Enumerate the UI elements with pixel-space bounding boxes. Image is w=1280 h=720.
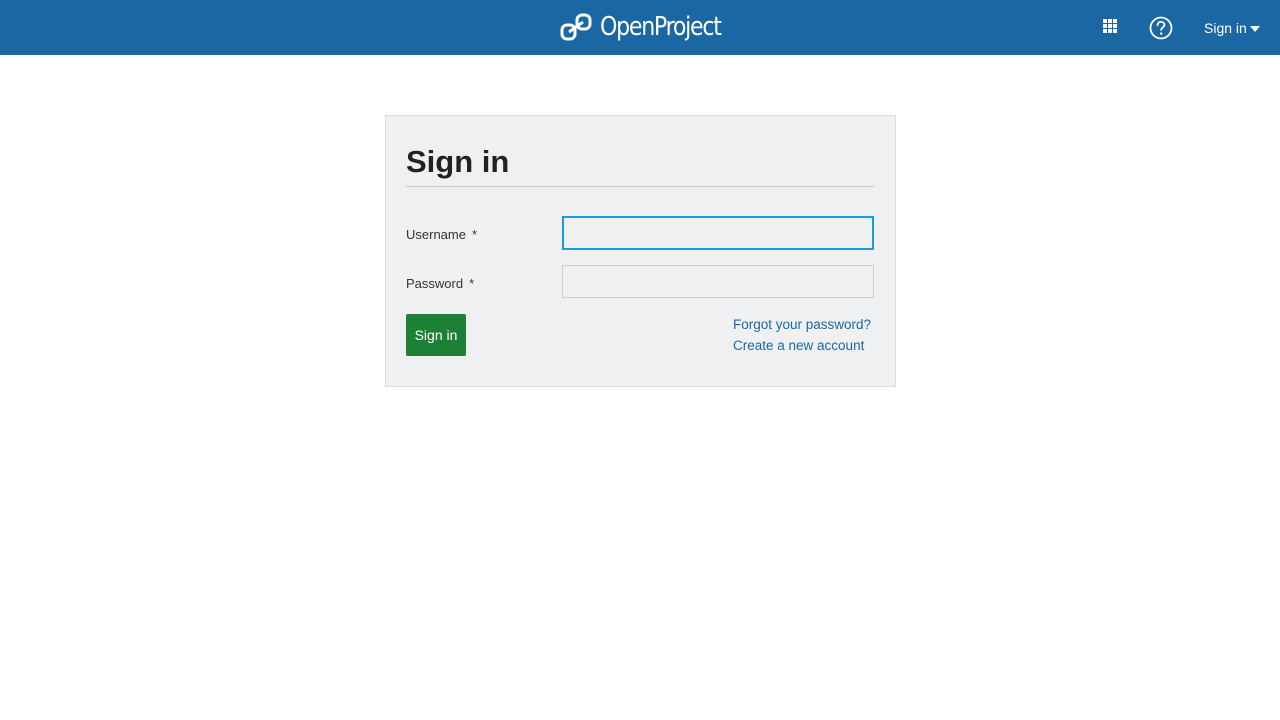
create-account-link[interactable]: Create a new account [733,338,864,353]
login-form-panel: Sign in Username * Password * Sign in Forg… [385,115,896,387]
signin-menu-toggle[interactable]: Sign in [1204,18,1260,38]
openproject-logo[interactable]: OpenProject [560,10,742,44]
required-marker: * [469,276,475,291]
openproject-logo-icon [560,12,592,42]
username-label: Username * [406,227,477,242]
username-label-text: Username [406,227,466,242]
modules-menu-button[interactable] [1099,17,1121,39]
signin-menu-label: Sign in [1204,20,1247,36]
question-circle-icon [1148,16,1174,45]
help-button[interactable] [1148,15,1174,41]
top-header: OpenProject Sign in [0,0,1280,55]
sign-in-button[interactable]: Sign in [406,314,466,356]
required-marker: * [471,227,478,242]
page-title: Sign in [406,142,874,187]
username-input[interactable] [562,216,874,250]
grid-icon [1102,18,1118,39]
caret-down-icon [1249,25,1260,32]
brand-name: OpenProject [600,12,722,42]
forgot-password-link[interactable]: Forgot your password? [733,317,871,332]
password-input[interactable] [562,265,874,298]
password-label: Password * [406,276,474,291]
password-label-text: Password [406,276,464,291]
